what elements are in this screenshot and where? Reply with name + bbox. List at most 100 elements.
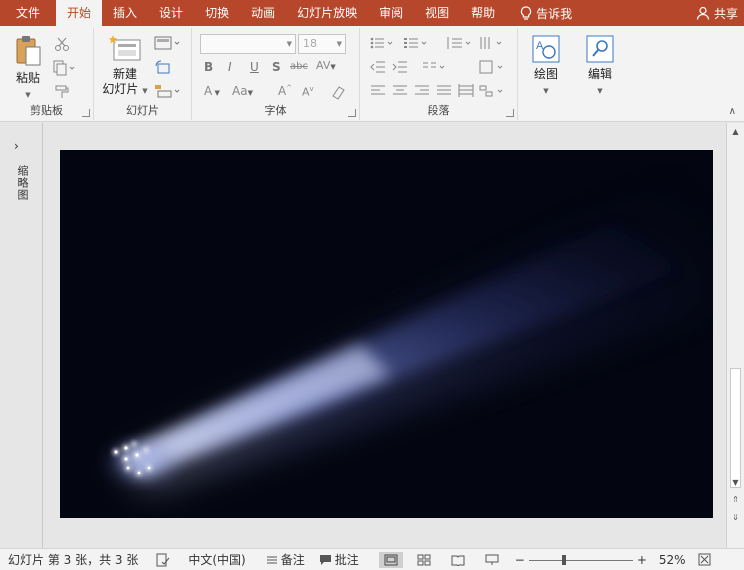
thumbnail-pane-label[interactable]: 缩略图 [14,165,30,201]
cut-icon[interactable] [54,36,70,52]
slide-sorter-button[interactable] [417,554,431,566]
paste-label: 粘贴 [15,71,40,85]
tell-me-label: 告诉我 [536,6,573,21]
font-family-combobox[interactable]: ▼ [200,34,296,54]
format-painter-icon[interactable] [54,84,70,100]
character-spacing-button[interactable]: AV▼ [316,59,336,72]
section-icon[interactable] [154,84,182,98]
scroll-thumb[interactable] [730,368,741,488]
expand-pane-icon[interactable]: › [14,139,19,153]
decrease-indent-icon[interactable] [370,60,386,74]
line-spacing-icon[interactable] [446,36,476,50]
font-size-combobox[interactable]: 18 ▼ [298,34,346,54]
slides-group-label: 幻灯片 [126,104,159,117]
comments-label: 批注 [334,553,359,567]
italic-button[interactable]: I [228,60,232,74]
drawing-label: 绘图 [533,67,558,81]
slideshow-button[interactable] [485,554,499,566]
tab-slideshow[interactable]: 幻灯片放映 [286,0,368,26]
tab-home[interactable]: 开始 [56,0,103,26]
drawing-button[interactable]: A 绘图 ▼ [526,34,566,96]
decrease-font-size-button[interactable]: Av [302,85,314,99]
tab-animations[interactable]: 动画 [240,0,286,26]
align-left-icon[interactable] [370,84,386,98]
change-case-button[interactable]: Aa▼ [232,84,253,98]
group-slides: 新建 幻灯片 ▼ 幻灯片 [94,28,192,120]
tab-insert[interactable]: 插入 [102,0,148,26]
scroll-down-icon[interactable]: ▼ [730,478,741,490]
columns-icon[interactable] [422,60,450,74]
copy-icon[interactable] [52,60,76,76]
thumbnail-pane: › 缩略图 [0,123,43,548]
clipboard-group-label: 剪贴板 [30,104,63,117]
chevron-down-icon: ▼ [543,87,549,95]
tab-review[interactable]: 审阅 [368,0,414,26]
justify-icon[interactable] [436,84,452,98]
share-button[interactable]: 共享 [696,5,738,22]
dialog-launcher-icon[interactable] [82,109,90,117]
previous-slide-icon[interactable]: ⇑ [730,495,741,507]
spell-check-icon[interactable] [156,553,170,567]
ribbon: 粘贴 ▼ 剪贴板 新建 幻灯片 ▼ 幻灯片 ▼ 18 ▼ B I U S abc… [0,26,744,122]
zoom-out-button[interactable]: − [515,553,525,567]
align-text-icon[interactable] [478,60,508,74]
tab-transitions[interactable]: 切换 [194,0,240,26]
comments-button[interactable]: 批注 [319,551,359,568]
slide-editing-area [44,123,726,548]
editing-button[interactable]: 编辑 ▼ [580,34,620,96]
numbering-icon[interactable] [404,36,434,50]
tab-help[interactable]: 帮助 [460,0,506,26]
spotlight-beam-image[interactable] [60,150,713,518]
shadow-button[interactable]: S [272,60,281,74]
ribbon-tab-bar: 文件 开始 插入 设计 切换 动画 幻灯片放映 审阅 视图 帮助 告诉我 共享 [0,0,744,26]
new-slide-button[interactable]: 新建 幻灯片 ▼ [100,34,150,99]
increase-indent-icon[interactable] [392,60,408,74]
bold-button[interactable]: B [204,60,213,74]
scroll-up-icon[interactable]: ▲ [730,127,741,139]
normal-view-icon [384,554,398,565]
svg-text:A: A [536,40,544,52]
tab-file[interactable]: 文件 [0,0,56,26]
align-right-icon[interactable] [414,84,430,98]
chevron-down-icon: ▼ [25,91,31,99]
chevron-down-icon: ▼ [597,87,603,95]
strikethrough-button[interactable]: abc [290,61,308,72]
tab-design[interactable]: 设计 [148,0,194,26]
next-slide-icon[interactable]: ⇓ [730,513,741,525]
bullets-icon[interactable] [370,36,400,50]
share-label: 共享 [713,6,738,21]
increase-font-size-button[interactable]: A^ [278,84,292,98]
dialog-launcher-icon[interactable] [506,109,514,117]
language-indicator[interactable]: 中文(中国) [188,551,245,568]
zoom-level[interactable]: 52% [659,553,686,567]
notes-button[interactable]: 备注 [266,551,305,568]
dialog-launcher-icon[interactable] [348,109,356,117]
vertical-scrollbar[interactable]: ▲ ▼ ⇑ ⇓ [726,123,744,548]
zoom-slider-thumb[interactable] [561,554,566,565]
reading-view-button[interactable] [451,554,465,566]
text-direction-icon[interactable] [478,36,508,50]
tell-me-box[interactable]: 告诉我 [520,5,572,22]
reset-icon[interactable] [154,60,170,76]
fit-to-window-icon[interactable] [698,553,711,566]
find-icon [586,35,614,63]
zoom-slider[interactable] [528,554,633,566]
distributed-icon[interactable] [458,84,474,98]
smartart-icon[interactable] [478,84,508,98]
new-slide-label-2: 幻灯片 ▼ [102,82,148,96]
group-drawing: A 绘图 ▼ [518,28,572,120]
underline-button[interactable]: U [250,60,259,74]
tab-view[interactable]: 视图 [414,0,460,26]
group-editing: 编辑 ▼ [574,28,628,120]
collapse-ribbon-icon[interactable]: ∧ [729,106,736,117]
slide-canvas[interactable] [60,150,713,518]
font-color-button[interactable]: A ▼ [204,84,220,98]
normal-view-button[interactable] [378,551,403,568]
clear-formatting-icon[interactable] [330,84,346,100]
layout-icon[interactable] [154,36,182,50]
align-center-icon[interactable] [392,84,408,98]
zoom-in-button[interactable]: + [637,553,647,567]
reading-view-icon [451,555,465,566]
lightbulb-icon [521,5,532,20]
paste-button[interactable]: 粘贴 ▼ [8,34,48,100]
